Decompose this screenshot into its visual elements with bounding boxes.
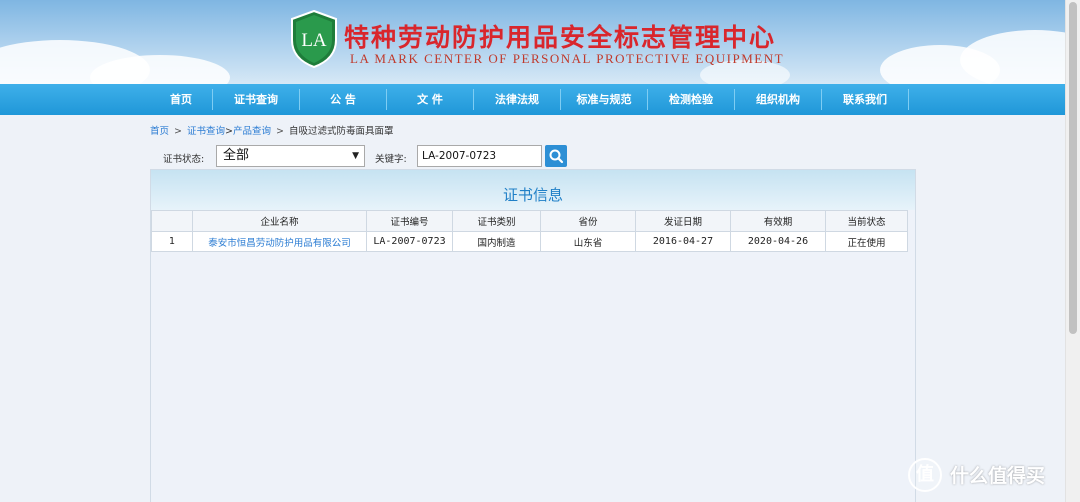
- status-select[interactable]: 全部 ▼: [216, 145, 365, 167]
- breadcrumb: 首页 > 证书查询>产品查询 > 自吸过滤式防毒面具面罩: [150, 123, 393, 137]
- watermark: 值 什么值得买: [908, 458, 1068, 494]
- row-index: 1: [151, 231, 193, 252]
- cloud-decoration: [960, 30, 1066, 84]
- cert-category: 国内制造: [452, 231, 541, 252]
- table-header-row: 企业名称 证书编号 证书类别 省份 发证日期 有效期 当前状态: [151, 210, 908, 232]
- logo-text: LA: [301, 30, 327, 51]
- watermark-badge-icon: 值: [908, 458, 942, 492]
- status-label: 证书状态:: [163, 154, 205, 165]
- panel-title: 证书信息: [502, 186, 563, 204]
- site-title: 特种劳动防护用品安全标志管理中心: [344, 23, 777, 52]
- certificate-table: 企业名称 证书编号 证书类别 省份 发证日期 有效期 当前状态 1 泰安市恒昌劳…: [151, 210, 908, 252]
- breadcrumb-separator: >: [225, 126, 233, 137]
- site-header: LA 特种劳动防护用品安全标志管理中心 LA MARK CENTER OF PE…: [0, 0, 1066, 84]
- column-header-cert-no: 证书编号: [366, 210, 453, 232]
- nav-item-announcements[interactable]: 公 告: [300, 84, 386, 115]
- nav-item-organization[interactable]: 组织机构: [735, 84, 821, 115]
- dropdown-arrow-icon: ▼: [352, 151, 359, 161]
- nav-item-documents[interactable]: 文 件: [387, 84, 473, 115]
- column-header-issue-date: 发证日期: [635, 210, 731, 232]
- scrollbar-thumb[interactable]: [1069, 2, 1077, 334]
- status-select-value: 全部: [223, 148, 250, 163]
- breadcrumb-home-link[interactable]: 首页: [150, 126, 169, 137]
- table-row: 1 泰安市恒昌劳动防护用品有限公司 LA-2007-0723 国内制造 山东省 …: [151, 231, 908, 252]
- site-subtitle: LA MARK CENTER OF PERSONAL PROTECTIVE EQ…: [350, 51, 785, 66]
- valid-until: 2020-04-26: [730, 231, 826, 252]
- breadcrumb-separator: >: [174, 126, 182, 137]
- breadcrumb-cert-query-link[interactable]: 证书查询: [187, 126, 225, 137]
- nav-item-testing[interactable]: 检测检验: [648, 84, 734, 115]
- nav-divider: [908, 89, 909, 110]
- search-button[interactable]: [545, 145, 567, 167]
- vertical-scrollbar[interactable]: [1065, 0, 1080, 502]
- breadcrumb-current: 自吸过滤式防毒面具面罩: [288, 126, 394, 137]
- main-nav: 首页 证书查询 公 告 文 件 法律法规 标准与规范 检测检验 组织机构 联系我…: [0, 84, 1066, 115]
- nav-item-cert-query[interactable]: 证书查询: [213, 84, 299, 115]
- nav-item-standards[interactable]: 标准与规范: [561, 84, 647, 115]
- certificate-panel: 证书信息 企业名称 证书编号 证书类别 省份 发证日期 有效期 当前状态 1 泰…: [150, 169, 916, 502]
- province: 山东省: [540, 231, 636, 252]
- watermark-text: 什么值得买: [950, 465, 1046, 487]
- breadcrumb-separator: >: [275, 126, 284, 137]
- search-icon: [549, 149, 564, 164]
- column-header-company: 企业名称: [192, 210, 367, 232]
- column-header-province: 省份: [540, 210, 636, 232]
- column-header-category: 证书类别: [452, 210, 541, 232]
- keyword-label: 关键字:: [375, 154, 407, 165]
- cert-status: 正在使用: [825, 231, 908, 252]
- nav-item-home[interactable]: 首页: [150, 84, 212, 115]
- column-header-status: 当前状态: [825, 210, 908, 232]
- issue-date: 2016-04-27: [635, 231, 731, 252]
- la-logo-icon: LA: [291, 10, 337, 68]
- cert-number: LA-2007-0723: [366, 231, 453, 252]
- column-header-valid-until: 有效期: [730, 210, 826, 232]
- column-header-index: [151, 210, 193, 232]
- breadcrumb-product-query-link[interactable]: 产品查询: [233, 126, 271, 137]
- company-link[interactable]: 泰安市恒昌劳动防护用品有限公司: [192, 231, 367, 252]
- nav-item-contact[interactable]: 联系我们: [822, 84, 908, 115]
- nav-item-laws[interactable]: 法律法规: [474, 84, 560, 115]
- keyword-input[interactable]: LA-2007-0723: [417, 145, 542, 167]
